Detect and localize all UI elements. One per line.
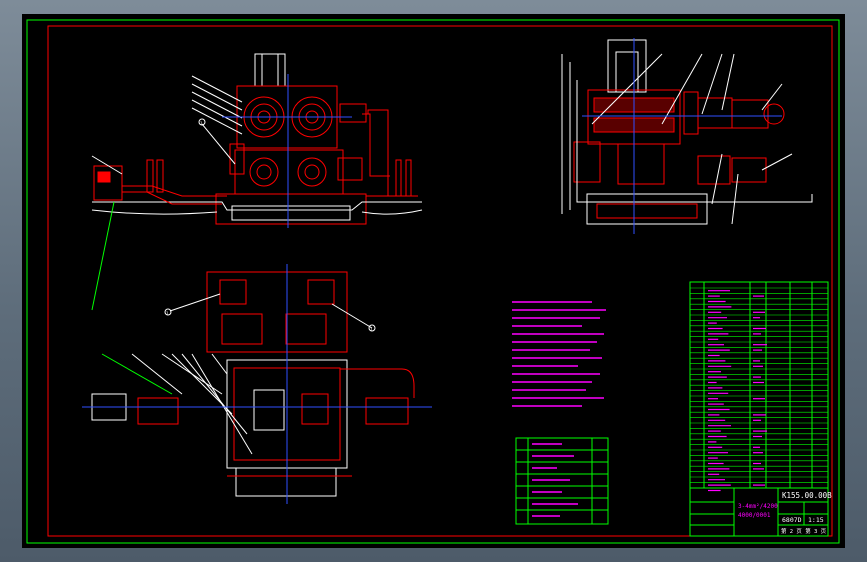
drawing-number: K155.00.00B — [782, 491, 832, 500]
scale-value: 1:15 — [808, 516, 824, 524]
title-line-2: 4000/0001 — [738, 512, 771, 519]
cad-drawing-svg: 3-4mm²/4200 4000/0001 K155.00.00B 6807D … — [26, 19, 840, 544]
cad-drawing-sheet: 3-4mm²/4200 4000/0001 K155.00.00B 6807D … — [22, 14, 845, 548]
technical-notes — [512, 301, 606, 407]
screenshot-frame: 3-4mm²/4200 4000/0001 K155.00.00B 6807D … — [0, 0, 867, 562]
title-line-1: 3-4mm²/4200 — [738, 503, 778, 510]
side-elevation-view — [561, 38, 813, 234]
inner-frame — [47, 25, 833, 537]
weight-value: 6807D — [782, 516, 802, 524]
specification-table — [515, 437, 609, 525]
sheet-info: 第 2 页 第 3 页 — [781, 527, 827, 535]
plan-view — [82, 264, 432, 504]
